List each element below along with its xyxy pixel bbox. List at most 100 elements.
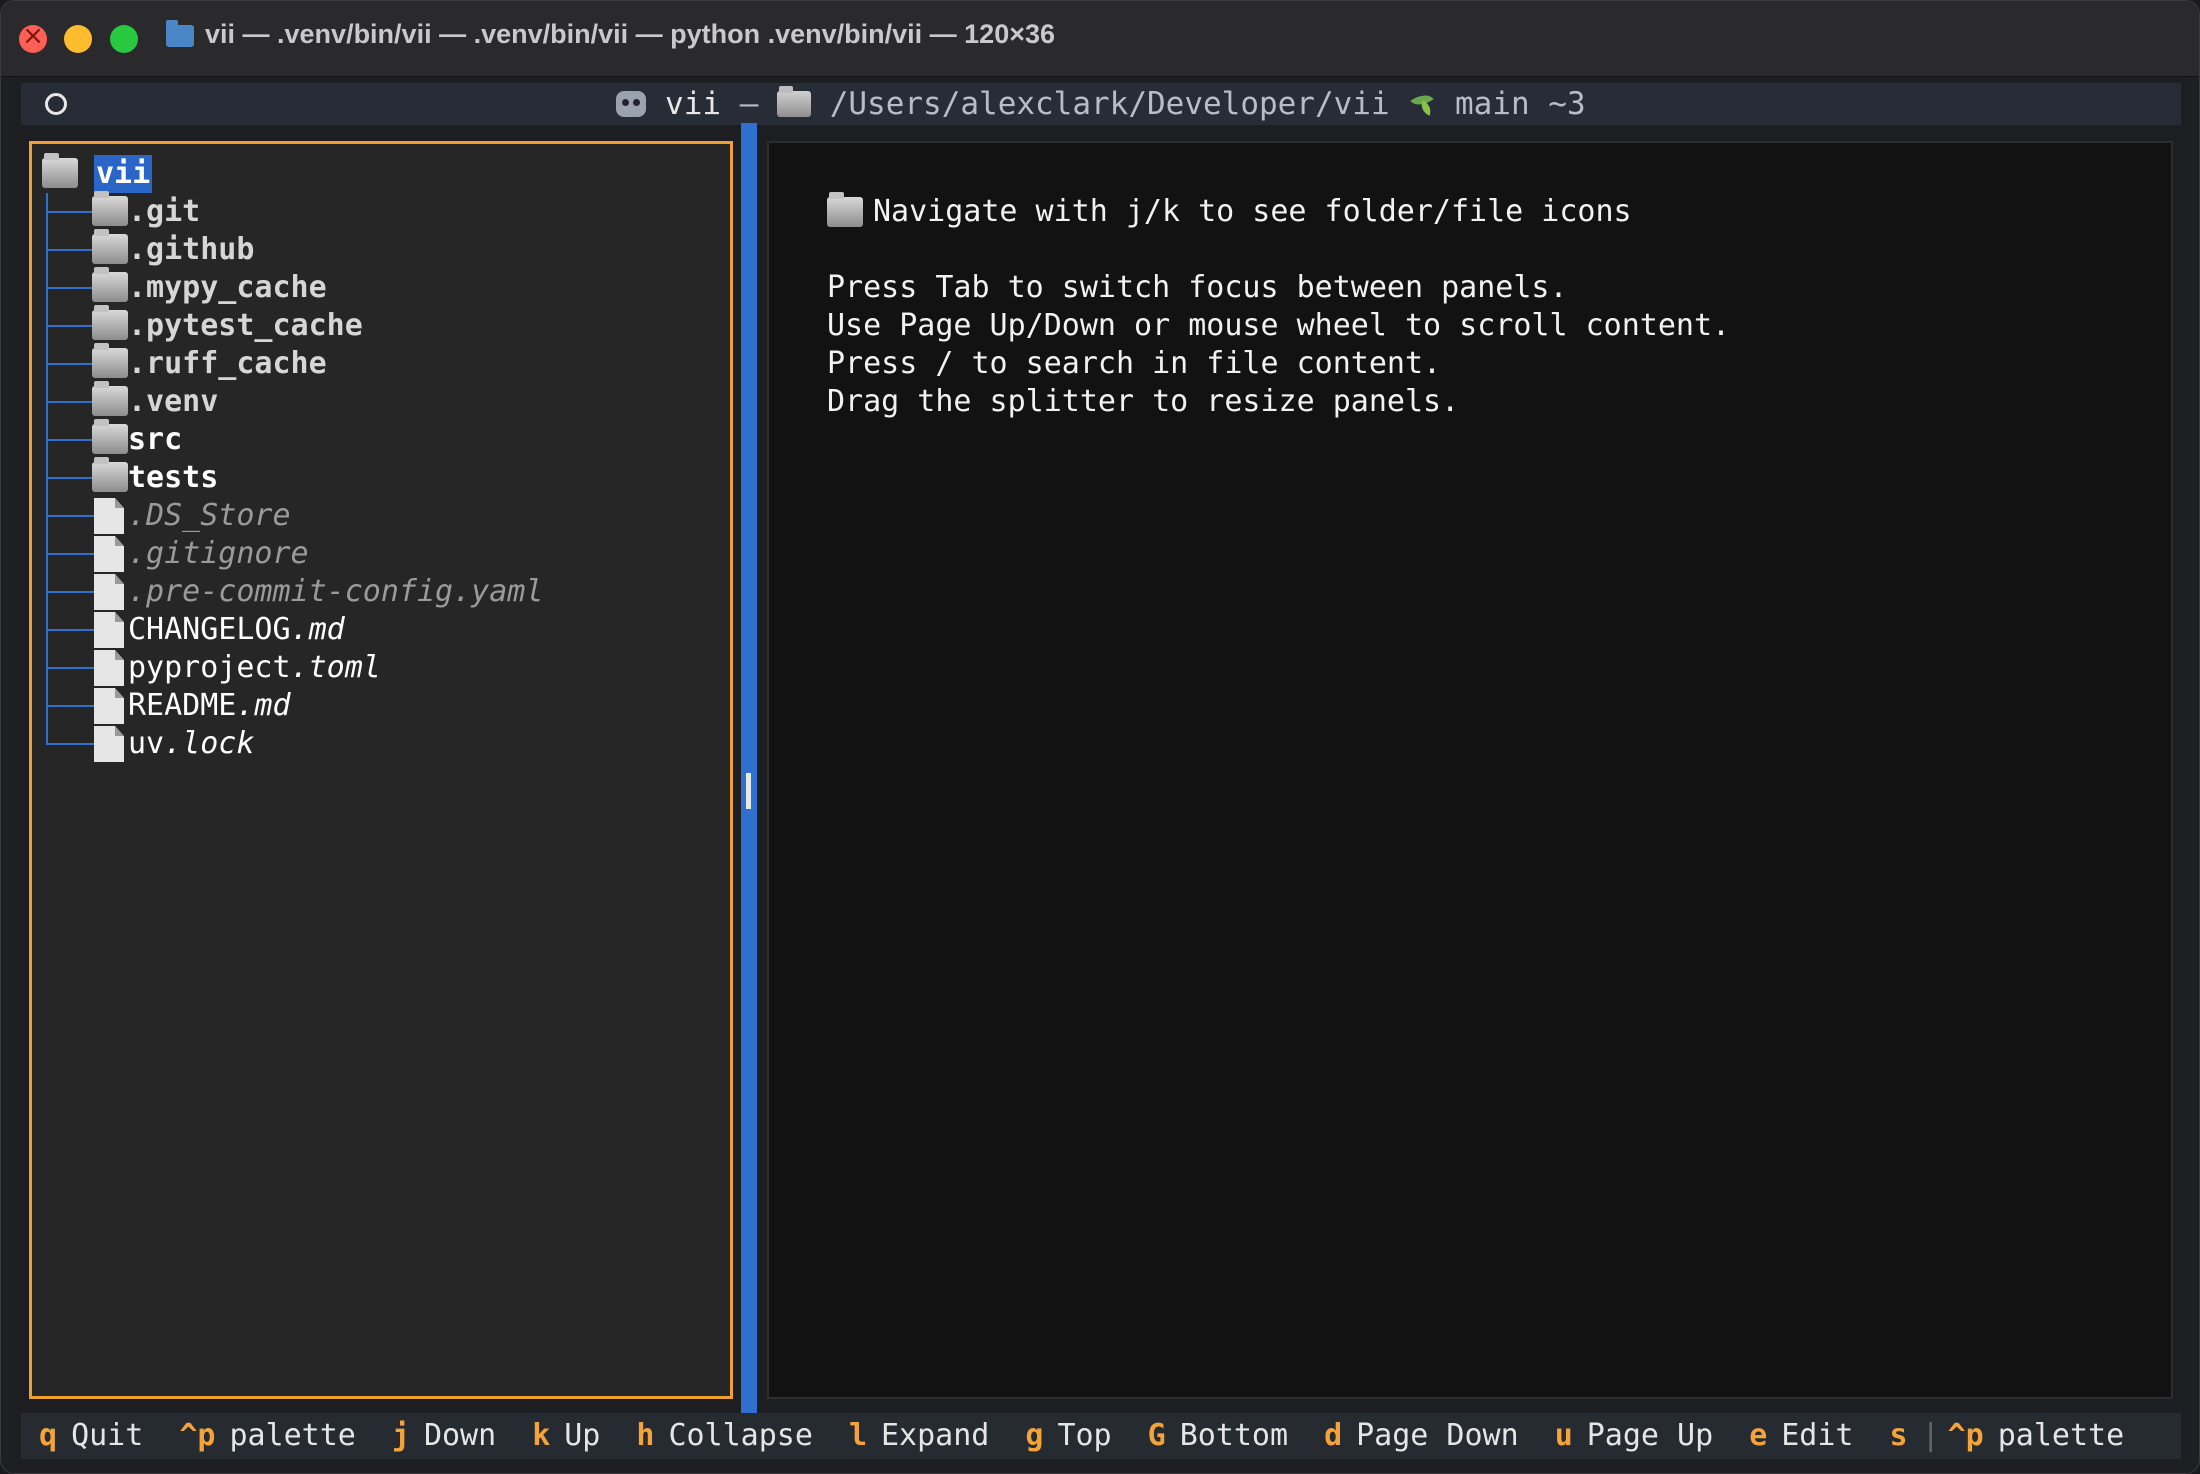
tree-branch-line (46, 421, 96, 459)
keybinding-key[interactable]: g (1025, 1418, 1043, 1453)
keybinding-footer: q Quit ^p palette j Down k Up h Collapse l Expand g T… (21, 1413, 2181, 1459)
file-icon (94, 574, 124, 610)
file-icon (94, 650, 124, 686)
tree-branch-line (46, 193, 96, 231)
tree-item-name: tests (128, 460, 219, 495)
tree-branch-line (46, 345, 96, 383)
keybinding-label[interactable]: Up (564, 1418, 600, 1453)
keybinding-key[interactable]: j (392, 1418, 410, 1453)
content-line: Press Tab to switch focus between panels… (827, 270, 1568, 305)
file-icon (94, 612, 124, 648)
tree-item-name: README.md (128, 688, 291, 723)
header-branch: main ~3 (1454, 86, 1586, 122)
splitter-grip-handle[interactable] (746, 773, 751, 809)
footer-separator: | (1921, 1418, 1940, 1453)
tree-item-name: CHANGELOG.md (128, 612, 345, 647)
panel-splitter[interactable] (741, 123, 757, 1413)
folder-icon (92, 305, 128, 340)
folder-icon (92, 267, 128, 302)
tree-item-name: .pre-commit-config.yaml (128, 574, 544, 609)
keybinding-key[interactable]: G (1148, 1418, 1166, 1453)
keybinding-label[interactable]: Edit (1781, 1418, 1853, 1453)
file-icon (94, 498, 124, 534)
zoom-window-button[interactable] (110, 25, 138, 53)
file-icon (94, 726, 124, 762)
tree-item-name: .mypy_cache (128, 270, 327, 305)
keybinding-label[interactable]: Top (1057, 1418, 1111, 1453)
folder-icon (92, 457, 128, 492)
folder-icon (92, 343, 128, 378)
tree-item-name: .venv (128, 384, 219, 419)
tree-item-name: uv.lock (128, 726, 255, 761)
tree-branch-line (46, 535, 96, 573)
git-branch-leaf-icon (1408, 90, 1436, 118)
tree-branch-line (46, 687, 96, 725)
folder-icon (166, 20, 194, 47)
palette-key[interactable]: ^p (1948, 1418, 1984, 1453)
keybinding-key[interactable]: s (1890, 1418, 1908, 1453)
app-header: vii — /Users/alexclark/Developer/vii mai… (21, 83, 2181, 125)
keybinding-key[interactable]: u (1555, 1418, 1573, 1453)
tree-item-name: src (128, 422, 183, 457)
terminal-content: vii — /Users/alexclark/Developer/vii mai… (13, 79, 2189, 1465)
tree-branch-line (46, 497, 96, 535)
header-path: /Users/alexclark/Developer/vii (829, 86, 1390, 122)
tree-branch-line (46, 725, 96, 763)
folder-open-icon (42, 153, 78, 188)
tree-branch-line (46, 649, 96, 687)
close-window-button[interactable] (19, 21, 47, 53)
file-icon (94, 688, 124, 724)
window-titlebar: vii — .venv/bin/vii — .venv/bin/vii — py… (1, 1, 2199, 77)
file-icon (94, 536, 124, 572)
keybinding-key[interactable]: k (532, 1418, 550, 1453)
header-separator: — (739, 86, 759, 122)
keybinding-label[interactable]: Bottom (1180, 1418, 1288, 1453)
tree-branch-line (46, 231, 96, 269)
content-line: Press / to search in file content. (827, 346, 1442, 381)
content-line: Drag the splitter to resize panels. (827, 384, 1460, 419)
keybinding-label[interactable]: palette (229, 1418, 355, 1453)
tree-branch-line (46, 307, 96, 345)
keybinding-label[interactable]: Page Down (1356, 1418, 1519, 1453)
keybinding-label[interactable]: Quit (71, 1418, 143, 1453)
window-title: vii — .venv/bin/vii — .venv/bin/vii — py… (205, 19, 1056, 49)
tree-branch-line (46, 269, 96, 307)
folder-icon (92, 381, 128, 416)
folder-icon (92, 191, 128, 226)
tree-root-label: vii (94, 155, 153, 193)
tree-branch-line (46, 459, 96, 497)
content-line: Use Page Up/Down or mouse wheel to scrol… (827, 308, 1731, 343)
tree-branch-line (46, 611, 96, 649)
keybinding-key[interactable]: h (636, 1418, 654, 1453)
tree-item-name: .DS_Store (128, 498, 291, 533)
folder-icon (92, 419, 128, 454)
tree-item-name: .git (128, 194, 201, 229)
keybinding-key[interactable]: q (39, 1418, 57, 1453)
tree-item-name: pyproject.toml (128, 650, 381, 685)
terminal-window: vii — .venv/bin/vii — .venv/bin/vii — py… (0, 0, 2200, 1474)
keybinding-label[interactable]: Page Up (1587, 1418, 1713, 1453)
tree-item-name: .pytest_cache (128, 308, 363, 343)
header-title: vii — /Users/alexclark/Developer/vii mai… (21, 83, 2181, 125)
folder-icon (827, 192, 863, 227)
keybinding-label[interactable]: Down (424, 1418, 496, 1453)
keybinding-key[interactable]: e (1749, 1418, 1767, 1453)
folder-icon (92, 229, 128, 264)
tree-item-name: .github (128, 232, 255, 267)
robot-icon (616, 91, 647, 117)
tree-item-name: .ruff_cache (128, 346, 327, 381)
header-app-name: vii (665, 86, 722, 122)
file-tree-panel[interactable]: vii .git .github .mypy_cache .pytest_cache.… (29, 141, 733, 1399)
folder-icon (777, 86, 812, 117)
palette-label[interactable]: palette (1998, 1418, 2124, 1453)
keybinding-key[interactable]: ^p (179, 1418, 215, 1453)
minimize-window-button[interactable] (64, 25, 92, 53)
keybinding-key[interactable]: l (849, 1418, 867, 1453)
keybinding-key[interactable]: d (1324, 1418, 1342, 1453)
tree-branch-line (46, 573, 96, 611)
content-heading: Navigate with j/k to see folder/file ico… (873, 194, 1632, 229)
keybinding-label[interactable]: Collapse (668, 1418, 813, 1453)
content-panel[interactable]: Navigate with j/k to see folder/file ico… (767, 141, 2173, 1399)
tree-item-name: .gitignore (128, 536, 309, 571)
keybinding-label[interactable]: Expand (881, 1418, 989, 1453)
